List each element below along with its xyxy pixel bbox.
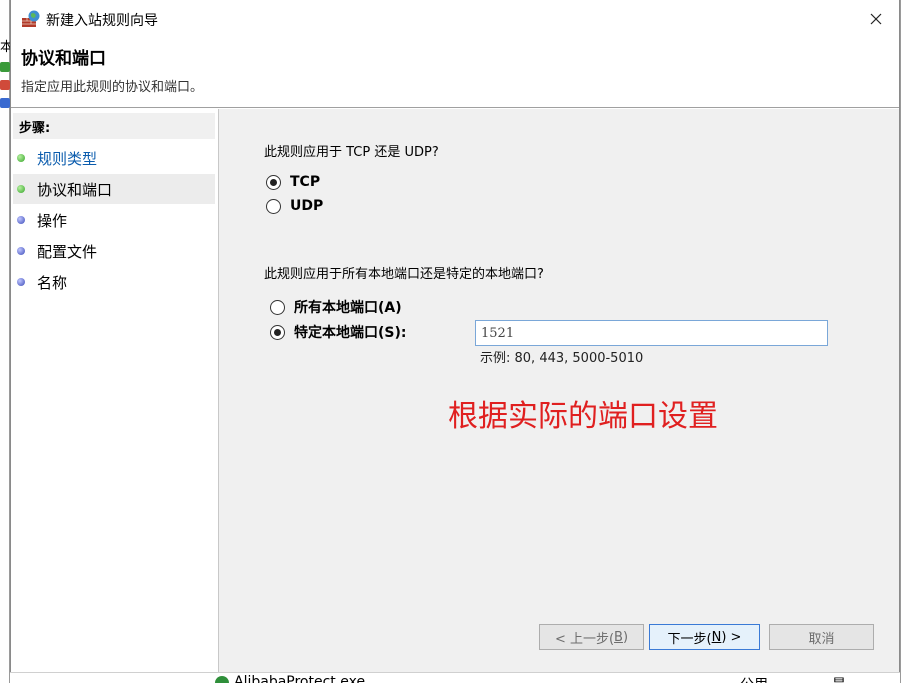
next-button-label: 下一步( bbox=[667, 631, 712, 647]
steps-heading: 步骤: bbox=[13, 113, 215, 139]
step-protocol-ports[interactable]: 协议和端口 bbox=[13, 174, 215, 204]
step-profile: 配置文件 bbox=[13, 236, 215, 266]
step-label: 协议和端口 bbox=[37, 180, 113, 199]
step-name: 名称 bbox=[13, 267, 215, 297]
radio-indicator[interactable] bbox=[270, 299, 285, 315]
back-button-hotkey: B bbox=[614, 629, 623, 645]
step-label: 操作 bbox=[37, 211, 68, 230]
radio-label: TCP bbox=[290, 174, 321, 190]
close-button[interactable] bbox=[853, 0, 899, 38]
page-subtitle: 指定应用此规则的协议和端口。 bbox=[21, 80, 204, 95]
background-rule-name: AlibabaProtect.exe bbox=[234, 674, 366, 683]
radio-udp[interactable]: UDP bbox=[266, 198, 323, 214]
back-button-label-end: ) bbox=[622, 629, 629, 645]
step-label: 配置文件 bbox=[37, 242, 98, 261]
radio-indicator[interactable] bbox=[270, 324, 285, 340]
back-button-label: < 上一步( bbox=[554, 631, 615, 647]
close-icon bbox=[870, 13, 882, 25]
background-green-icon bbox=[0, 62, 10, 72]
protocol-question: 此规则应用于 TCP 还是 UDP? bbox=[264, 145, 439, 160]
radio-label: 所有本地端口(A) bbox=[294, 300, 402, 316]
step-complete-icon bbox=[17, 154, 25, 162]
next-button-label-end: ) > bbox=[721, 629, 742, 645]
page-title: 协议和端口 bbox=[21, 49, 106, 69]
annotation-note: 根据实际的端口设置 bbox=[448, 399, 718, 434]
step-label: 名称 bbox=[37, 273, 68, 292]
back-button[interactable]: < 上一步(B) bbox=[539, 624, 644, 650]
next-button[interactable]: 下一步(N) > bbox=[649, 624, 760, 650]
background-rule-profile: 公用 bbox=[740, 674, 768, 683]
step-label: 规则类型 bbox=[37, 149, 98, 168]
title-bar[interactable]: 新建入站规则向导 bbox=[11, 0, 899, 38]
port-example-hint: 示例: 80, 443, 5000-5010 bbox=[480, 351, 644, 366]
radio-tcp[interactable]: TCP bbox=[266, 174, 320, 190]
background-rule-list: AlibabaProtect.exe 公用 是 bbox=[10, 672, 900, 683]
rule-enabled-icon bbox=[215, 676, 229, 683]
step-pending-icon bbox=[17, 278, 25, 286]
next-button-hotkey: N bbox=[711, 629, 722, 645]
radio-indicator[interactable] bbox=[266, 198, 281, 214]
steps-panel: 步骤: 规则类型 协议和端口 操作 配置文件 名称 bbox=[11, 109, 219, 672]
step-pending-icon bbox=[17, 247, 25, 255]
step-complete-icon bbox=[17, 185, 25, 193]
background-rule-enabled: 是 bbox=[832, 674, 846, 683]
radio-specific-local-ports[interactable]: 特定本地端口(S): bbox=[270, 322, 406, 342]
step-pending-icon bbox=[17, 216, 25, 224]
step-action: 操作 bbox=[13, 205, 215, 235]
cancel-button[interactable]: 取消 bbox=[769, 624, 874, 650]
radio-indicator[interactable] bbox=[266, 174, 281, 190]
wizard-header: 协议和端口 指定应用此规则的协议和端口。 bbox=[11, 38, 899, 108]
window-title: 新建入站规则向导 bbox=[46, 13, 158, 29]
wizard-body: 步骤: 规则类型 协议和端口 操作 配置文件 名称 此规则应用于 TCP 还是 … bbox=[11, 109, 899, 672]
local-port-input[interactable] bbox=[475, 320, 828, 346]
ports-question: 此规则应用于所有本地端口还是特定的本地端口? bbox=[264, 267, 544, 282]
new-inbound-rule-wizard: 新建入站规则向导 协议和端口 指定应用此规则的协议和端口。 步骤: 规则类型 协… bbox=[10, 0, 900, 672]
firewall-globe-icon bbox=[22, 10, 40, 27]
wizard-content: 此规则应用于 TCP 还是 UDP? TCP UDP 此规则应用于所有本地端口还… bbox=[221, 109, 899, 672]
radio-label: UDP bbox=[290, 198, 324, 214]
radio-label: 特定本地端口(S): bbox=[294, 325, 407, 341]
step-rule-type[interactable]: 规则类型 bbox=[13, 143, 215, 173]
radio-all-local-ports[interactable]: 所有本地端口(A) bbox=[270, 297, 402, 317]
background-blue-icon bbox=[0, 98, 10, 108]
background-window-right bbox=[900, 0, 910, 683]
background-red-icon bbox=[0, 80, 10, 90]
background-window-left: 本 bbox=[0, 0, 13, 683]
